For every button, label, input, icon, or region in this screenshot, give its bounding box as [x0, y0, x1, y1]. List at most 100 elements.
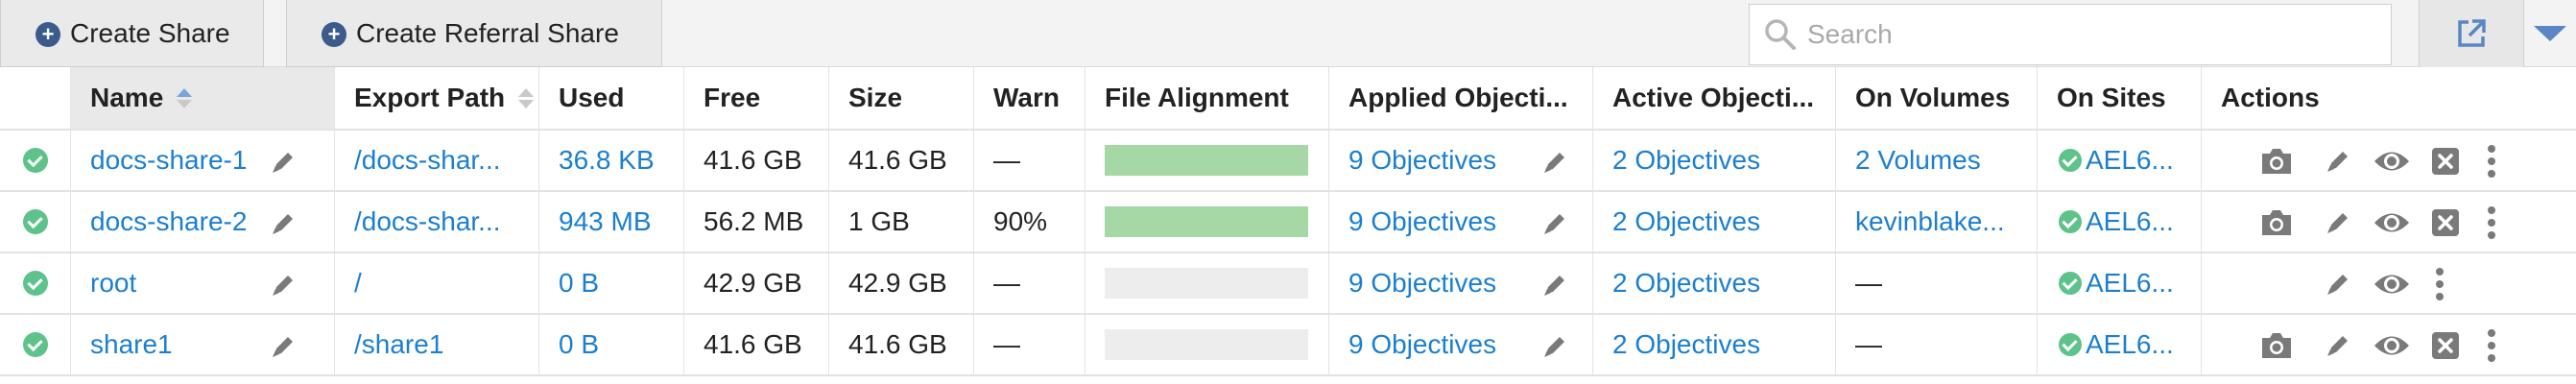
- export-path-cell: /docs-shar...: [335, 131, 539, 190]
- applied-objectives-link[interactable]: 9 Objectives: [1348, 206, 1496, 237]
- dropdown-toggle[interactable]: [2524, 0, 2576, 67]
- pencil-icon[interactable]: [1540, 148, 1569, 183]
- pencil-icon[interactable]: [269, 209, 298, 245]
- active-objectives-link[interactable]: 2 Objectives: [1612, 268, 1760, 299]
- more-icon[interactable]: [2421, 267, 2459, 301]
- export-path-link[interactable]: /share1: [354, 329, 443, 360]
- export-path-cell: /share1: [335, 315, 539, 374]
- actions-cell: [2202, 131, 2576, 190]
- used-link[interactable]: 943 MB: [559, 206, 652, 237]
- share-name-link[interactable]: share1: [90, 329, 173, 360]
- on-sites-link[interactable]: AEL6...: [2086, 329, 2174, 360]
- eye-icon[interactable]: [2373, 144, 2411, 179]
- status-ok-icon: [22, 148, 48, 173]
- header-free[interactable]: Free: [684, 67, 829, 129]
- pencil-icon[interactable]: [2319, 267, 2357, 301]
- name-cell: root: [71, 253, 335, 313]
- more-icon[interactable]: [2472, 328, 2511, 363]
- search-input[interactable]: [1807, 19, 2345, 50]
- camera-icon[interactable]: [2257, 205, 2296, 240]
- on-sites-link[interactable]: AEL6...: [2086, 145, 2174, 176]
- search-box[interactable]: [1749, 4, 2392, 65]
- active-objectives-link[interactable]: 2 Objectives: [1612, 329, 1760, 360]
- pencil-icon[interactable]: [1540, 271, 1569, 306]
- more-icon[interactable]: [2472, 205, 2511, 240]
- file-alignment-fill: [1105, 145, 1308, 176]
- size-value: 41.6 GB: [848, 329, 947, 359]
- share-name-link[interactable]: docs-share-2: [90, 206, 247, 237]
- close-box-icon[interactable]: [2426, 205, 2465, 240]
- header-size[interactable]: Size: [829, 67, 974, 129]
- table-row[interactable]: docs-share-1/docs-shar... 36.8 KB 41.6 GB 4…: [0, 131, 2576, 192]
- export-path-link[interactable]: /: [354, 268, 362, 299]
- on-volumes-value[interactable]: 2 Volumes: [1855, 145, 1981, 176]
- used-link[interactable]: 36.8 KB: [559, 145, 655, 176]
- file-alignment-cell: [1085, 315, 1329, 374]
- more-icon[interactable]: [2472, 144, 2511, 179]
- header-active-objectives[interactable]: Active Objecti...: [1593, 67, 1836, 129]
- on-sites-link[interactable]: AEL6...: [2086, 206, 2174, 237]
- close-box-icon[interactable]: [2426, 328, 2465, 363]
- actions-cell: [2202, 192, 2576, 252]
- table-row[interactable]: share1/share1 0 B 41.6 GB 41.6 GB — 9 Objecti…: [0, 315, 2576, 376]
- file-alignment-bar: [1105, 145, 1308, 176]
- applied-objectives-link[interactable]: 9 Objectives: [1348, 145, 1496, 176]
- close-box-icon[interactable]: [2426, 144, 2465, 179]
- share-name-link[interactable]: docs-share-1: [90, 145, 247, 176]
- camera-icon[interactable]: [2257, 144, 2296, 179]
- file-alignment-cell: [1085, 131, 1329, 190]
- pencil-icon[interactable]: [269, 271, 298, 306]
- row-actions: [2202, 315, 2576, 374]
- table-row[interactable]: root / 0 B 42.9 GB 42.9 GB — 9 Objectives 2 Obj…: [0, 253, 2576, 315]
- eye-icon[interactable]: [2373, 328, 2411, 363]
- on-volumes-value[interactable]: kevinblake...: [1855, 206, 2005, 237]
- eye-icon[interactable]: [2373, 205, 2411, 240]
- pencil-icon[interactable]: [2319, 205, 2357, 240]
- site-ok-icon: [2059, 272, 2082, 295]
- active-objectives-cell: 2 Objectives: [1593, 253, 1836, 313]
- status-cell: [0, 192, 71, 252]
- export-path-link[interactable]: /docs-shar...: [354, 206, 501, 237]
- header-warn[interactable]: Warn: [974, 67, 1085, 129]
- pencil-icon[interactable]: [2319, 144, 2357, 179]
- pencil-icon[interactable]: [1540, 332, 1569, 368]
- active-objectives-link[interactable]: 2 Objectives: [1612, 206, 1760, 237]
- header-export-path[interactable]: Export Path: [335, 67, 539, 129]
- active-objectives-cell: 2 Objectives: [1593, 192, 1836, 252]
- pencil-icon[interactable]: [2319, 328, 2357, 363]
- open-external-button[interactable]: [2419, 0, 2524, 67]
- pencil-icon[interactable]: [1540, 209, 1569, 245]
- pencil-icon[interactable]: [269, 332, 298, 368]
- create-share-button[interactable]: + Create Share: [0, 0, 264, 67]
- applied-objectives-link[interactable]: 9 Objectives: [1348, 268, 1496, 299]
- create-referral-share-button[interactable]: + Create Referral Share: [286, 0, 662, 67]
- free-value: 41.6 GB: [704, 329, 802, 359]
- row-actions: [2202, 131, 2576, 190]
- on-sites-link[interactable]: AEL6...: [2086, 268, 2174, 299]
- export-path-link[interactable]: /docs-shar...: [354, 145, 501, 176]
- eye-icon[interactable]: [2373, 267, 2411, 301]
- free-cell: 56.2 MB: [684, 192, 829, 252]
- header-applied-objectives[interactable]: Applied Objecti...: [1329, 67, 1593, 129]
- header-file-alignment[interactable]: File Alignment: [1085, 67, 1329, 129]
- header-label: Free: [704, 83, 761, 112]
- table-row[interactable]: docs-share-2/docs-shar... 943 MB 56.2 MB 1 …: [0, 192, 2576, 253]
- share-name-link[interactable]: root: [90, 268, 136, 299]
- status-cell: [0, 315, 71, 374]
- pencil-icon[interactable]: [269, 148, 298, 183]
- header-label: Name: [90, 83, 164, 112]
- used-link[interactable]: 0 B: [559, 268, 599, 299]
- header-used[interactable]: Used: [539, 67, 684, 129]
- status-cell: [0, 253, 71, 313]
- camera-icon[interactable]: [2257, 328, 2296, 363]
- applied-objectives-link[interactable]: 9 Objectives: [1348, 329, 1496, 360]
- on-volumes-cell: 2 Volumes: [1836, 131, 2038, 190]
- header-label: On Sites: [2057, 83, 2166, 112]
- warn-value: —: [993, 268, 1020, 298]
- active-objectives-link[interactable]: 2 Objectives: [1612, 145, 1760, 176]
- used-link[interactable]: 0 B: [559, 329, 599, 360]
- name-cell: docs-share-2: [71, 192, 335, 252]
- header-on-sites[interactable]: On Sites: [2038, 67, 2202, 129]
- header-on-volumes[interactable]: On Volumes: [1836, 67, 2038, 129]
- header-name[interactable]: Name: [71, 67, 335, 129]
